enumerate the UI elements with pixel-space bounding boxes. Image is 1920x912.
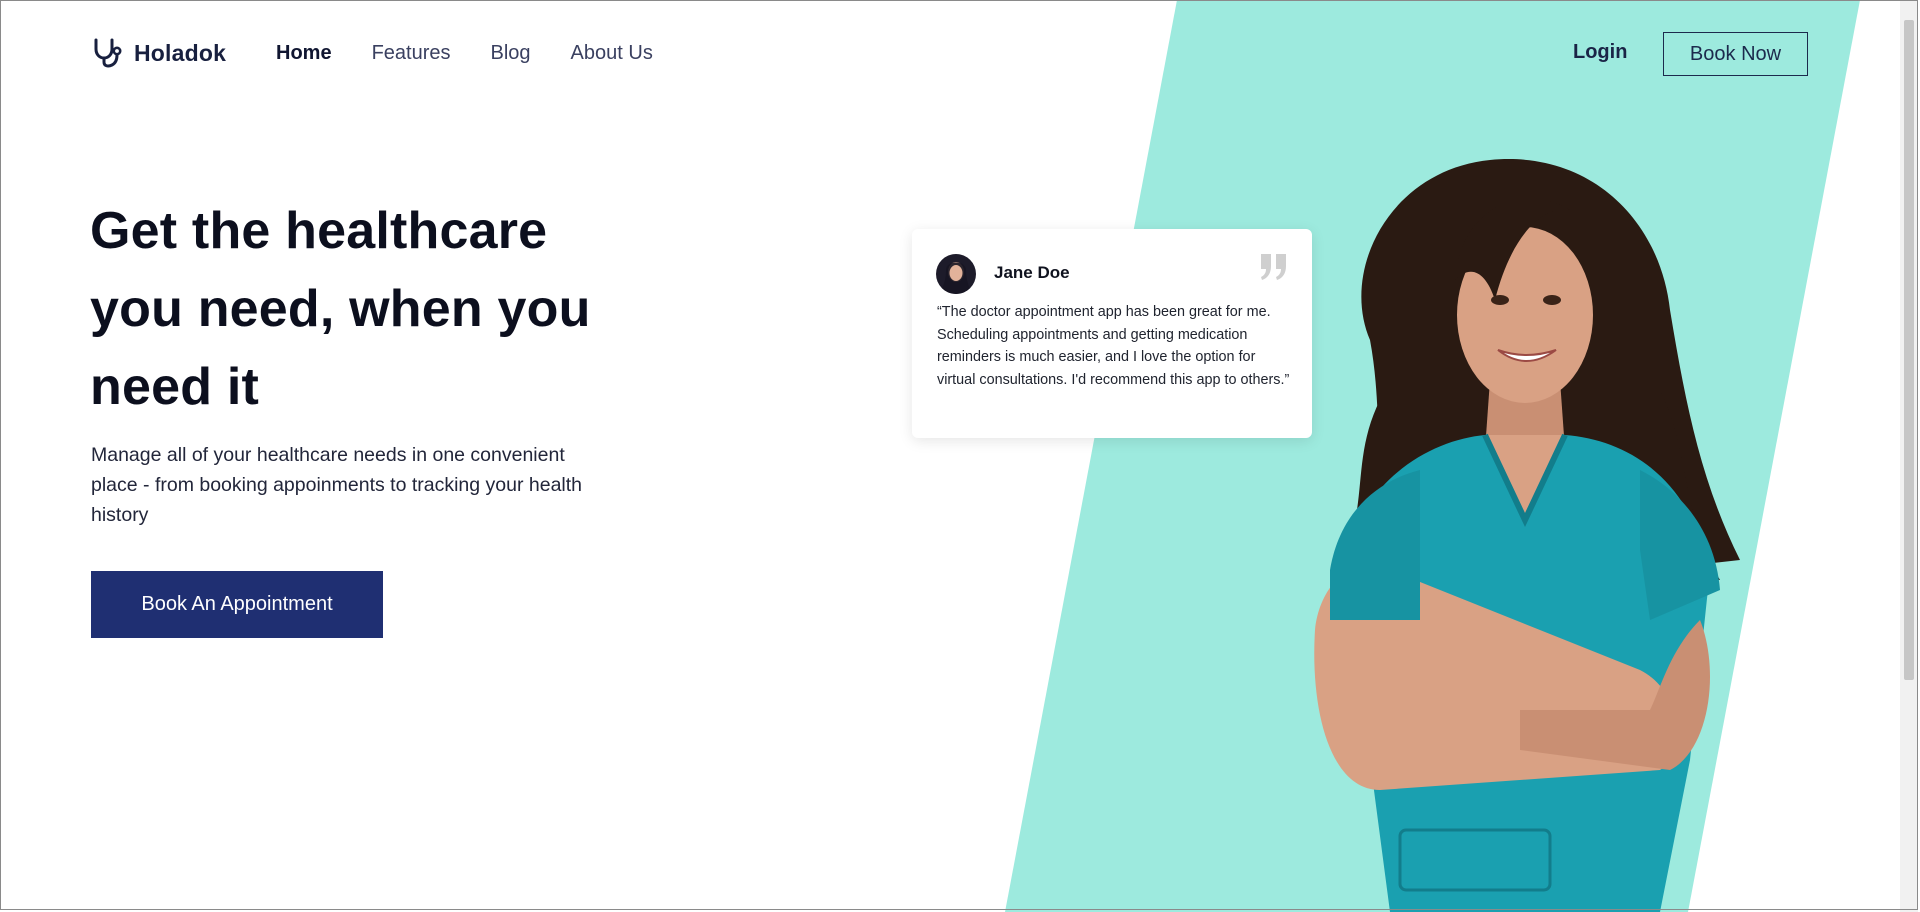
- nav-item-features[interactable]: Features: [372, 42, 451, 65]
- book-appointment-button[interactable]: Book An Appointment: [91, 571, 383, 638]
- stethoscope-icon: [94, 38, 122, 68]
- quote-icon: [1261, 254, 1286, 280]
- testimonial-quote: “The doctor appointment app has been gre…: [937, 304, 1290, 388]
- avatar: [936, 254, 976, 294]
- hero-title: Get the healthcare you need, when you ne…: [90, 202, 591, 416]
- top-navbar: Holadok Home Features Blog About Us Logi…: [0, 0, 1900, 108]
- book-now-button[interactable]: Book Now: [1663, 32, 1808, 76]
- main-menu: Home Features Blog About Us: [276, 42, 653, 65]
- nav-item-blog[interactable]: Blog: [491, 42, 531, 65]
- nav-item-about-us[interactable]: About Us: [571, 42, 653, 65]
- testimonial-card: Jane Doe “The doctor appointment app has…: [912, 229, 1312, 438]
- nav-item-home[interactable]: Home: [276, 42, 332, 65]
- scrollbar-thumb[interactable]: [1904, 20, 1914, 680]
- brand-name: Holadok: [134, 39, 227, 66]
- login-link[interactable]: Login: [1573, 41, 1627, 64]
- testimonial-author: Jane Doe: [994, 263, 1070, 282]
- page-scrollbar[interactable]: [1900, 0, 1918, 912]
- brand-logo[interactable]: Holadok: [90, 36, 226, 70]
- hero-subtitle: Manage all of your healthcare needs in o…: [91, 444, 583, 526]
